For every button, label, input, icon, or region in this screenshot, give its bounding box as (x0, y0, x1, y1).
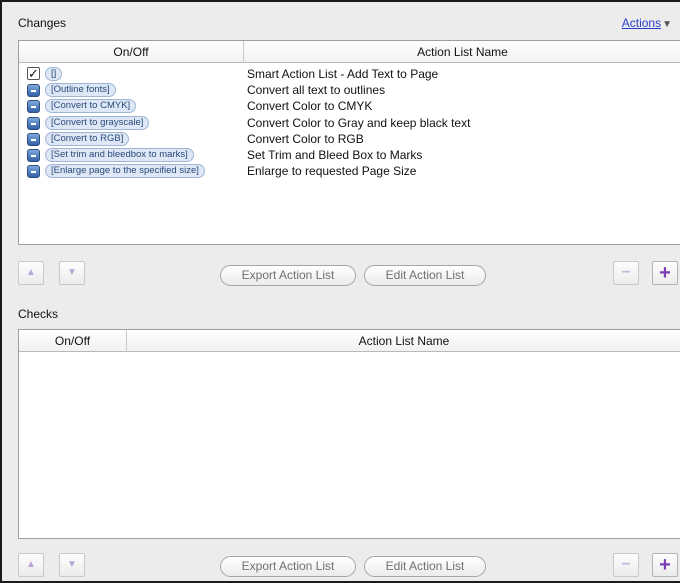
action-list-name: Convert all text to outlines (247, 83, 386, 98)
minus-icon: − (621, 556, 631, 573)
move-up-button[interactable]: ▲ (18, 261, 44, 285)
action-tag[interactable]: [Outline fonts] (45, 83, 116, 98)
remove-button[interactable]: − (613, 553, 639, 577)
down-triangle-icon: ▼ (67, 559, 77, 570)
table-row[interactable]: [Set trim and bleedbox to marks] Set Trim… (19, 147, 680, 164)
table-row[interactable]: [Convert to RGB] Convert Color to RGB (19, 131, 680, 148)
action-tag[interactable]: [Convert to grayscale] (45, 115, 150, 130)
enabled-checkbox[interactable]: ✓ (27, 67, 40, 80)
action-list-name: Convert Color to CMYK (247, 99, 373, 114)
collapse-toggle-icon[interactable] (27, 165, 40, 179)
changes-table: On/Off Action List Name ✓ [] Smart Action … (18, 40, 680, 245)
checks-table-header: On/Off Action List Name (19, 330, 680, 352)
plus-icon: + (659, 554, 671, 576)
collapse-toggle-icon[interactable] (27, 100, 40, 114)
checks-table: On/Off Action List Name (18, 329, 680, 539)
move-down-button[interactable]: ▼ (59, 553, 85, 577)
action-tag[interactable]: [Set trim and bleedbox to marks] (45, 148, 194, 162)
checks-section-title: Checks (18, 307, 59, 321)
collapse-toggle-icon[interactable] (27, 149, 40, 162)
action-tag[interactable]: [Convert to CMYK] (45, 99, 137, 114)
remove-button[interactable]: − (613, 261, 639, 285)
column-header-action-list-name[interactable]: Action List Name (244, 41, 680, 63)
changes-section-title: Changes (18, 16, 67, 30)
table-row[interactable]: ✓ [] Smart Action List - Add Text to Page (19, 66, 680, 83)
add-button[interactable]: + (652, 261, 678, 285)
up-triangle-icon: ▲ (26, 267, 36, 278)
actions-label[interactable]: Actions (622, 16, 661, 30)
table-row[interactable]: [Convert to grayscale] Convert Color to G… (19, 115, 680, 132)
column-header-action-list-name[interactable]: Action List Name (127, 330, 680, 352)
action-tag[interactable]: [] (45, 67, 63, 81)
export-action-list-button[interactable]: Export Action List (220, 556, 356, 577)
table-row[interactable]: [Enlarge page to the specified size] Enla… (19, 163, 680, 180)
column-header-onoff[interactable]: On/Off (19, 41, 244, 63)
action-list-name: Convert Color to RGB (247, 131, 364, 146)
minus-icon: − (621, 264, 631, 281)
collapse-toggle-icon[interactable] (27, 116, 40, 130)
action-list-name: Set Trim and Bleed Box to Marks (247, 148, 423, 162)
move-up-button[interactable]: ▲ (18, 553, 44, 577)
action-list-name: Smart Action List - Add Text to Page (247, 67, 439, 81)
action-list-name: Enlarge to requested Page Size (247, 164, 417, 179)
export-action-list-button[interactable]: Export Action List (220, 265, 356, 286)
edit-action-list-button[interactable]: Edit Action List (364, 265, 486, 286)
table-row[interactable]: [Outline fonts] Convert all text to outli… (19, 82, 680, 99)
column-header-onoff[interactable]: On/Off (19, 330, 127, 352)
action-tag[interactable]: [Enlarge page to the specified size] (45, 164, 205, 179)
actions-menu-link[interactable]: Actions▼ (622, 16, 672, 30)
changes-table-header: On/Off Action List Name (19, 41, 680, 63)
action-list-name: Convert Color to Gray and keep black tex… (247, 115, 471, 130)
edit-action-list-button[interactable]: Edit Action List (364, 556, 486, 577)
down-triangle-icon: ▼ (67, 267, 77, 278)
action-tag[interactable]: [Convert to RGB] (45, 131, 130, 146)
add-button[interactable]: + (652, 553, 678, 577)
table-row[interactable]: [Convert to CMYK] Convert Color to CMYK (19, 98, 680, 115)
action-lists-panel: Changes Actions▼ On/Off Action List Name… (0, 0, 680, 583)
dropdown-caret-icon[interactable]: ▼ (662, 19, 672, 30)
plus-icon: + (659, 262, 671, 284)
collapse-toggle-icon[interactable] (27, 84, 40, 98)
move-down-button[interactable]: ▼ (59, 261, 85, 285)
up-triangle-icon: ▲ (26, 559, 36, 570)
collapse-toggle-icon[interactable] (27, 132, 40, 146)
